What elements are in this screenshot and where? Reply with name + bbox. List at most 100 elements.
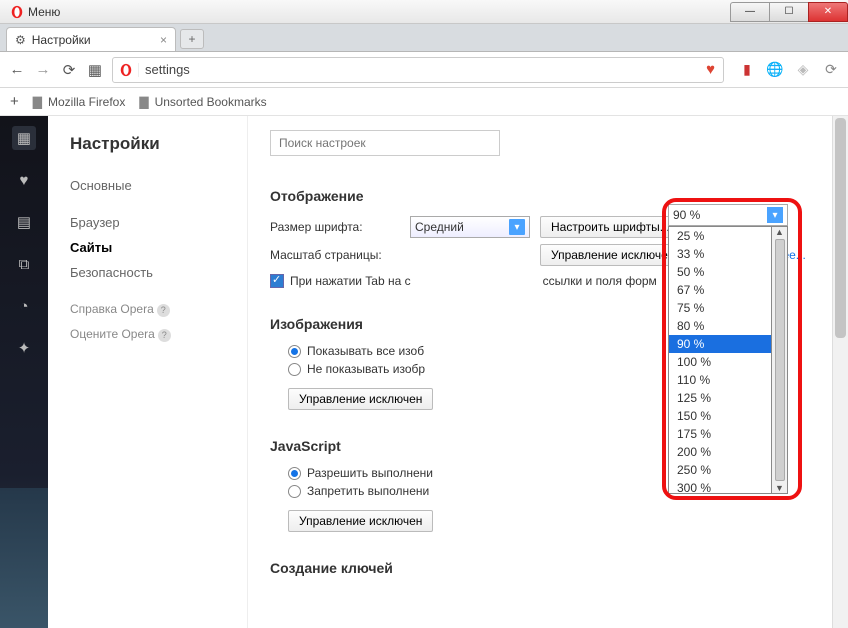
js-manage-button[interactable]: Управление исключен [288,510,433,532]
nav-security[interactable]: Безопасность [70,265,225,280]
zoom-option[interactable]: 67 % [669,281,771,299]
add-bookmark-button[interactable]: + [10,93,19,110]
nav-basic[interactable]: Основные [70,178,225,193]
images-manage-button[interactable]: Управление исключен [288,388,433,410]
download-icon[interactable]: ⟳ [822,61,840,79]
bookmarks-bar: + ▇ Mozilla Firefox ▇ Unsorted Bookmarks [0,88,848,116]
opera-icon [10,5,24,19]
js-deny-radio[interactable] [288,485,301,498]
zoom-option[interactable]: 250 % [669,461,771,479]
page-title: Настройки [70,134,225,154]
tab-title: Настройки [32,33,91,47]
rail-extensions-icon[interactable]: ✦ [12,336,36,360]
shield-icon[interactable]: ◈ [794,61,812,79]
rail-grid-icon[interactable]: ▦ [12,126,36,150]
images-hide-label: Не показывать изобр [307,362,425,376]
scrollbar-thumb[interactable] [775,239,785,481]
rail-tabs-icon[interactable]: ⧉ [12,252,36,276]
address-input[interactable] [139,62,698,77]
zoom-select[interactable]: 90 % ▾ [668,204,788,226]
zoom-option[interactable]: 175 % [669,425,771,443]
zoom-label: Масштаб страницы: [270,248,400,262]
bookmark-label: Mozilla Firefox [48,95,125,109]
zoom-option[interactable]: 33 % [669,245,771,263]
scrollbar-thumb[interactable] [835,118,846,338]
nav-help[interactable]: Справка Opera? [70,302,225,317]
nav-sites[interactable]: Сайты [70,240,225,255]
folder-icon: ▇ [33,95,42,109]
nav-rate[interactable]: Оцените Opera? [70,327,225,342]
images-show-label: Показывать все изоб [307,344,424,358]
zoom-dropdown: 90 % ▾ 25 %33 %50 %67 %75 %80 %90 %100 %… [668,204,788,494]
zoom-option[interactable]: 50 % [669,263,771,281]
page-scrollbar[interactable] [832,116,848,628]
search-settings-input[interactable] [270,130,500,156]
back-button[interactable]: ← [8,61,26,78]
nav-browser[interactable]: Браузер [70,215,225,230]
speed-dial-button[interactable]: ▦ [86,61,104,79]
scroll-down-icon[interactable]: ▼ [775,483,784,493]
js-allow-radio[interactable] [288,467,301,480]
gear-icon: ⚙ [15,33,26,47]
rail-history-icon[interactable]: ◔ [12,294,36,318]
rail-landscape [0,488,48,628]
section-display: Отображение [270,188,826,204]
images-show-radio[interactable] [288,345,301,358]
chevron-down-icon: ▾ [767,207,783,223]
minimize-button[interactable]: ― [730,2,770,22]
font-size-select[interactable]: Средний ▾ [410,216,530,238]
content-area: ▦ ♥ ▤ ⧉ ◔ ✦ Настройки Основные Браузер С… [0,116,848,628]
tab-focus-tail: ссылки и поля форм [543,274,657,288]
zoom-option[interactable]: 125 % [669,389,771,407]
window-titlebar: Меню ― ☐ ✕ [0,0,848,24]
app-menu-button[interactable]: Меню [4,3,66,21]
new-tab-button[interactable]: + [180,29,204,49]
tab-close-button[interactable]: × [160,33,167,47]
js-allow-label: Разрешить выполнени [307,466,433,480]
tab-strip: ⚙ Настройки × + [0,24,848,52]
zoom-options-list: 25 %33 %50 %67 %75 %80 %90 %100 %110 %12… [668,226,772,494]
images-hide-radio[interactable] [288,363,301,376]
address-bar: ♥ [112,57,724,83]
icon-rail: ▦ ♥ ▤ ⧉ ◔ ✦ [0,116,48,628]
dropdown-scrollbar[interactable]: ▲ ▼ [772,226,788,494]
settings-sidebar: Настройки Основные Браузер Сайты Безопас… [48,116,248,628]
tab-settings[interactable]: ⚙ Настройки × [6,27,176,51]
zoom-value: 90 % [673,208,700,222]
folder-icon: ▇ [139,95,148,109]
zoom-option[interactable]: 100 % [669,353,771,371]
js-deny-label: Запретить выполнени [307,484,429,498]
app-menu-label: Меню [28,5,60,19]
font-size-value: Средний [415,220,464,234]
settings-main: Отображение Размер шрифта: Средний ▾ Нас… [248,116,848,628]
zoom-option[interactable]: 90 % [669,335,771,353]
zoom-option[interactable]: 75 % [669,299,771,317]
section-keys: Создание ключей [270,560,826,576]
bookmark-unsorted[interactable]: ▇ Unsorted Bookmarks [139,95,266,109]
scroll-up-icon[interactable]: ▲ [775,227,784,237]
globe-icon[interactable]: 🌐 [766,61,784,79]
bookmark-mozilla[interactable]: ▇ Mozilla Firefox [33,95,126,109]
rail-news-icon[interactable]: ▤ [12,210,36,234]
window-controls: ― ☐ ✕ [731,2,848,22]
maximize-button[interactable]: ☐ [769,2,809,22]
zoom-option[interactable]: 200 % [669,443,771,461]
bookmark-heart-icon[interactable]: ♥ [698,61,723,78]
tab-focus-label: При нажатии Tab на с [290,274,411,288]
zoom-option[interactable]: 300 % [669,479,771,494]
toolbar: ← → ⟳ ▦ ♥ ▮ 🌐 ◈ ⟳ [0,52,848,88]
zoom-option[interactable]: 110 % [669,371,771,389]
font-size-label: Размер шрифта: [270,220,400,234]
reload-button[interactable]: ⟳ [60,61,78,79]
rail-heart-icon[interactable]: ♥ [12,168,36,192]
forward-button[interactable]: → [34,61,52,78]
close-button[interactable]: ✕ [808,2,848,22]
configure-fonts-button[interactable]: Настроить шрифты... [540,216,681,238]
zoom-option[interactable]: 80 % [669,317,771,335]
zoom-option[interactable]: 25 % [669,227,771,245]
bookmark-label: Unsorted Bookmarks [155,95,267,109]
opera-badge-icon [113,63,139,77]
zoom-option[interactable]: 150 % [669,407,771,425]
tab-focus-checkbox[interactable] [270,274,284,288]
sidebar-toggle-icon[interactable]: ▮ [738,61,756,79]
